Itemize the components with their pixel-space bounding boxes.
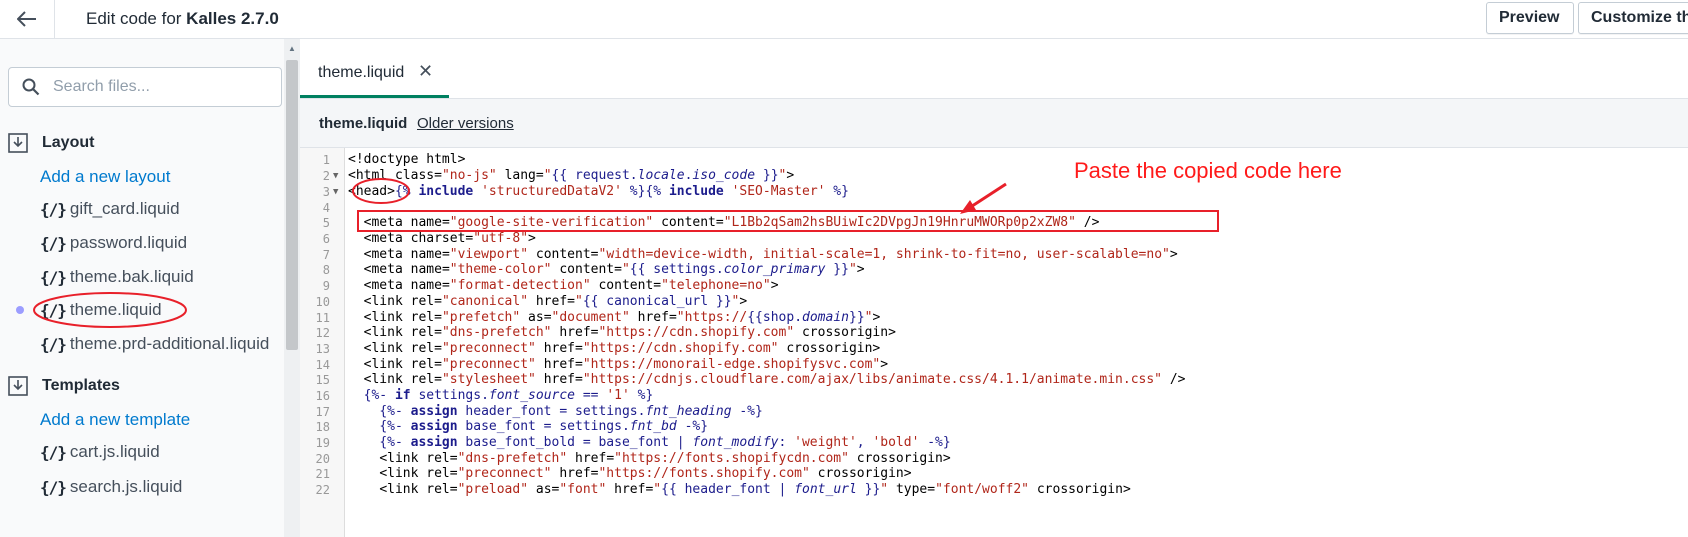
code-line-6: <meta charset="utf-8">	[363, 231, 536, 246]
top-bar: Edit code for Kalles 2.7.0 Preview Custo…	[0, 0, 1688, 39]
liquid-file-icon: {/}	[40, 442, 67, 462]
line-number: 14	[315, 358, 330, 372]
fold-arrow-icon[interactable]: ▼	[333, 168, 338, 184]
sidebar-scroll-thumb[interactable]	[286, 60, 298, 350]
line-number: 13	[315, 342, 330, 356]
code-line-2: <html class="no-js" lang="{{ request.loc…	[348, 168, 795, 183]
line-number: 11	[315, 311, 330, 325]
scroll-up-icon[interactable]: ▲	[288, 44, 296, 53]
search-input[interactable]	[53, 76, 273, 98]
layout-section-label: Layout	[42, 134, 95, 151]
line-number: 15	[315, 373, 330, 387]
file-label: gift_card.liquid	[69, 199, 180, 218]
line-number: 4	[322, 201, 330, 215]
line-number: 1	[322, 153, 330, 167]
line-number: 10	[315, 295, 330, 309]
arrow-left-icon	[17, 11, 36, 27]
code-line-16: {%- if settings.font_source == '1' %}	[363, 388, 654, 403]
add-layout-link[interactable]: Add a new layout	[40, 167, 170, 187]
code-line-5: <meta name="google-site-verification" co…	[363, 215, 1100, 230]
line-number: 21	[315, 467, 330, 481]
line-number: 16	[315, 389, 330, 403]
templates-section-header[interactable]: Templates	[8, 374, 120, 398]
line-number: 19	[315, 436, 330, 450]
line-number: 6	[322, 232, 330, 246]
code-editor[interactable]: 1 2 3 4 5 6 7 8 9 10 11 12 13 14 15 16 1…	[300, 148, 1688, 537]
annotation-label: Paste the copied code here	[1074, 158, 1342, 183]
tab-label: theme.liquid	[318, 64, 405, 81]
code-line-19: {%- assign base_font_bold = base_font | …	[379, 435, 951, 450]
file-sidebar: Layout Add a new layout {/} gift_card.li…	[0, 39, 300, 537]
layout-section-header[interactable]: Layout	[8, 131, 94, 155]
code-line-11: <link rel="prefetch" as="document" href=…	[363, 310, 881, 325]
code-line-9: <meta name="format-detection" content="t…	[363, 278, 779, 293]
line-number: 12	[315, 326, 330, 340]
code-line-8: <meta name="theme-color" content="{{ set…	[363, 262, 865, 277]
code-line-7: <meta name="viewport" content="width=dev…	[363, 247, 1178, 262]
templates-section-label: Templates	[42, 377, 120, 394]
code-line-3: <head>{% include 'structuredDataV2' %}{%…	[348, 184, 849, 199]
line-number: 9	[322, 279, 330, 293]
folder-download-icon	[8, 376, 28, 396]
file-label: theme.prd-additional.liquid	[69, 334, 270, 353]
file-password[interactable]: {/} password.liquid	[40, 231, 187, 255]
editor-tab-bar: theme.liquid ✕	[300, 39, 1688, 99]
liquid-file-icon: {/}	[40, 199, 67, 219]
liquid-file-icon: {/}	[40, 477, 67, 497]
active-file-indicator	[16, 306, 24, 314]
file-theme-bak[interactable]: {/} theme.bak.liquid	[40, 265, 194, 289]
file-gift-card[interactable]: {/} gift_card.liquid	[40, 197, 180, 221]
add-template-link[interactable]: Add a new template	[40, 410, 190, 430]
code-line-13: <link rel="preconnect" href="https://cdn…	[363, 341, 881, 356]
code-line-20: <link rel="dns-prefetch" href="https://f…	[379, 451, 951, 466]
code-line-12: <link rel="dns-prefetch" href="https://c…	[363, 325, 896, 340]
back-button[interactable]	[0, 0, 55, 38]
line-number: 20	[315, 452, 330, 466]
line-number: 17	[315, 405, 330, 419]
code-line-22: <link rel="preload" as="font" href="{{ h…	[379, 482, 1131, 497]
liquid-file-icon: {/}	[40, 334, 67, 354]
code-line-10: <link rel="canonical" href="{{ canonical…	[363, 294, 748, 309]
theme-name: Kalles 2.7.0	[186, 9, 279, 28]
line-number: 7	[322, 248, 330, 262]
title-prefix: Edit code for	[86, 9, 187, 28]
file-label: search.js.liquid	[69, 477, 183, 496]
line-number: 22	[315, 483, 330, 497]
file-search-js[interactable]: {/} search.js.liquid	[40, 475, 182, 499]
current-file-name: theme.liquid	[319, 115, 408, 132]
code-line-1: <!doctype html>	[348, 152, 466, 167]
older-versions-link[interactable]: Older versions	[417, 115, 514, 132]
file-info-bar: theme.liquid Older versions	[300, 99, 1688, 148]
liquid-file-icon: {/}	[40, 267, 67, 287]
folder-download-icon	[8, 133, 28, 153]
code-line-14: <link rel="preconnect" href="https://mon…	[363, 357, 889, 372]
tab-theme-liquid[interactable]: theme.liquid ✕	[300, 39, 449, 98]
code-line-17: {%- assign header_font = settings.fnt_he…	[379, 404, 763, 419]
fold-arrow-icon[interactable]: ▼	[333, 184, 338, 200]
line-number: 3	[322, 185, 330, 199]
code-line-21: <link rel="preconnect" href="https://fon…	[379, 466, 912, 481]
preview-button[interactable]: Preview	[1486, 2, 1574, 34]
file-label: password.liquid	[69, 233, 188, 252]
file-label: cart.js.liquid	[69, 442, 160, 461]
close-icon[interactable]: ✕	[418, 61, 433, 82]
code-line-15: <link rel="stylesheet" href="https://cdn…	[363, 372, 1186, 387]
annotation-ellipse-theme-liquid	[33, 292, 187, 328]
search-icon	[22, 78, 40, 96]
code-line-18: {%- assign base_font = settings.fnt_bd -…	[379, 419, 709, 434]
line-number: 18	[315, 420, 330, 434]
line-number: 2	[322, 169, 330, 183]
line-number: 5	[322, 216, 330, 230]
page-title: Edit code for Kalles 2.7.0	[86, 9, 279, 29]
customize-button[interactable]: Customize th	[1578, 2, 1688, 34]
line-number: 8	[322, 263, 330, 277]
search-box[interactable]	[8, 67, 282, 107]
file-theme-prd-additional[interactable]: {/} theme.prd-additional.liquid	[40, 332, 269, 356]
file-label: theme.bak.liquid	[69, 267, 194, 286]
file-cart-js[interactable]: {/} cart.js.liquid	[40, 440, 160, 464]
liquid-file-icon: {/}	[40, 233, 67, 253]
